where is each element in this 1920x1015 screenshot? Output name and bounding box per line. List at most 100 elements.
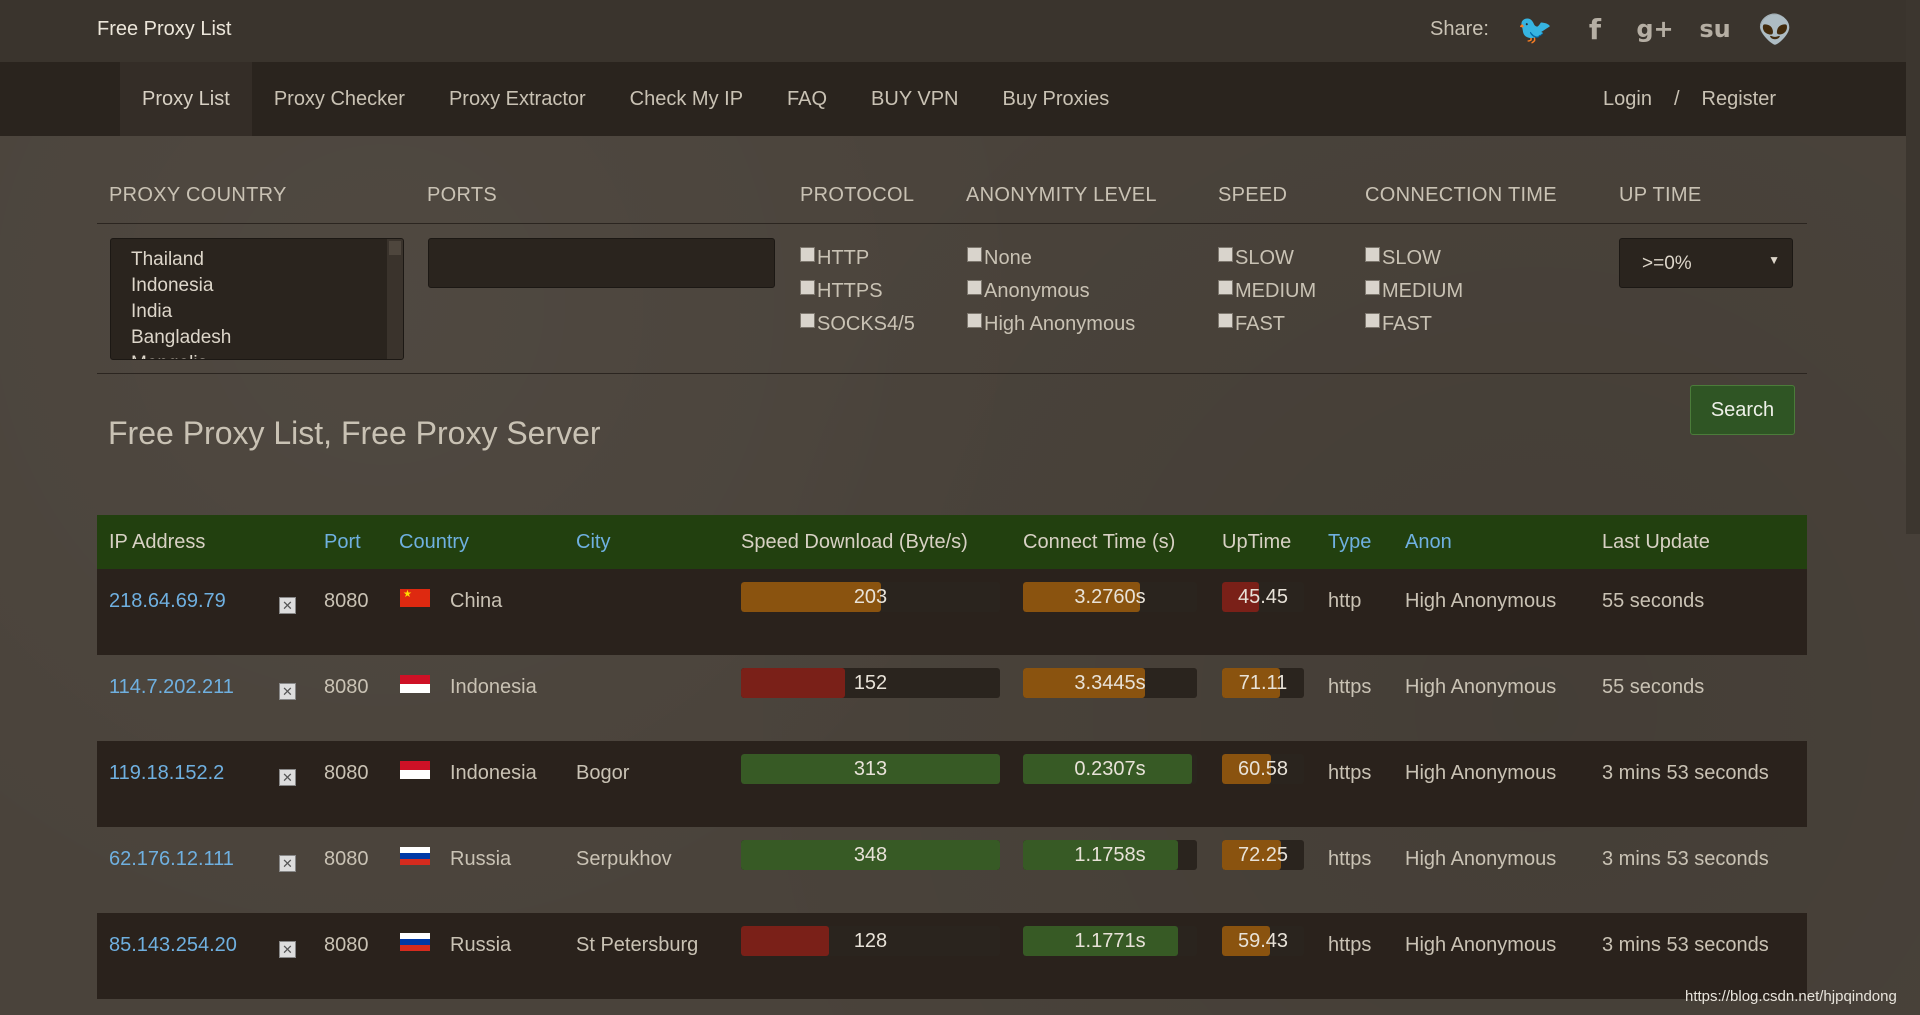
close-icon[interactable]: ✕ (279, 597, 296, 614)
ip-address[interactable]: 218.64.69.79 (109, 590, 226, 613)
city-value: Bogor (576, 762, 630, 784)
country-option[interactable]: Indonesia (131, 273, 383, 299)
connect-time-bar: 3.2760s (1023, 582, 1197, 612)
col-port[interactable]: Port (324, 531, 361, 554)
facebook-icon[interactable]: f (1578, 12, 1612, 46)
checkbox-label: None (984, 247, 1032, 269)
filter-body: Thailand Indonesia India Bangladesh Mong… (97, 224, 1807, 374)
uptime-bar: 60.58 (1222, 754, 1304, 784)
city-value: St Petersburg (576, 934, 699, 956)
ip-address[interactable]: 85.143.254.20 (109, 934, 237, 957)
checkbox[interactable] (800, 247, 815, 262)
page-scrollbar[interactable] (1903, 0, 1920, 1015)
ip-address[interactable]: 62.176.12.111 (109, 848, 234, 871)
protocol-checkboxes: HTTP HTTPS SOCKS4/5 (800, 242, 915, 341)
connect-time-bar: 0.2307s (1023, 754, 1197, 784)
table-row: 218.64.69.79 ✕ 8080 China 203 3.2760s 45… (97, 569, 1807, 655)
col-type[interactable]: Type (1328, 531, 1371, 554)
filter-panel: PROXY COUNTRY PORTS PROTOCOL ANONYMITY L… (97, 170, 1807, 374)
nav-proxy-list[interactable]: Proxy List (120, 62, 252, 136)
checkbox[interactable] (1218, 280, 1233, 295)
anon-none-option[interactable]: None (967, 242, 1135, 275)
conn-fast-option[interactable]: FAST (1365, 308, 1463, 341)
close-icon[interactable]: ✕ (279, 683, 296, 700)
flag-icon (400, 761, 430, 779)
checkbox[interactable] (1365, 247, 1380, 262)
anon-anonymous-option[interactable]: Anonymous (967, 275, 1135, 308)
connection-checkboxes: SLOW MEDIUM FAST (1365, 242, 1463, 341)
country-option[interactable]: Thailand (131, 247, 383, 273)
speed-fast-option[interactable]: FAST (1218, 308, 1316, 341)
col-country[interactable]: Country (399, 531, 469, 554)
speed-slow-option[interactable]: SLOW (1218, 242, 1316, 275)
register-link[interactable]: Register (1702, 62, 1776, 136)
flag-icon (400, 847, 430, 865)
checkbox[interactable] (800, 313, 815, 328)
anonymity-header: ANONYMITY LEVEL (966, 184, 1157, 206)
close-icon[interactable]: ✕ (279, 941, 296, 958)
connect-time-value: 3.2760s (1074, 586, 1146, 608)
ports-input[interactable] (428, 238, 775, 288)
checkbox[interactable] (1365, 280, 1380, 295)
checkbox[interactable] (1365, 313, 1380, 328)
connect-time-value: 3.3445s (1074, 672, 1146, 694)
checkbox[interactable] (800, 280, 815, 295)
col-city[interactable]: City (576, 531, 610, 554)
site-title[interactable]: Free Proxy List (97, 18, 231, 41)
scrollbar-thumb[interactable] (1906, 0, 1920, 534)
col-uptime: UpTime (1222, 531, 1292, 553)
uptime-value: 71.11 (1238, 672, 1288, 694)
close-icon[interactable]: ✕ (279, 855, 296, 872)
page-title: Free Proxy List, Free Proxy Server (108, 415, 601, 451)
country-option[interactable]: India (131, 299, 383, 325)
country-value: China (450, 590, 503, 612)
checkbox[interactable] (1218, 247, 1233, 262)
type-value: https (1328, 848, 1372, 870)
anonymity-checkboxes: None Anonymous High Anonymous (967, 242, 1135, 341)
nav-faq[interactable]: FAQ (765, 62, 849, 136)
country-option[interactable]: Bangladesh (131, 325, 383, 351)
conn-medium-option[interactable]: MEDIUM (1365, 275, 1463, 308)
nav-buy-vpn[interactable]: BUY VPN (849, 62, 980, 136)
country-scrollbar[interactable] (387, 239, 403, 359)
port-value: 8080 (324, 934, 369, 956)
connection-time-header: CONNECTION TIME (1365, 184, 1557, 206)
nav-proxy-checker[interactable]: Proxy Checker (252, 62, 427, 136)
checkbox-label: FAST (1382, 313, 1433, 335)
col-anon[interactable]: Anon (1405, 531, 1452, 554)
nav-proxy-extractor[interactable]: Proxy Extractor (427, 62, 608, 136)
checkbox[interactable] (967, 313, 982, 328)
speed-header: SPEED (1218, 184, 1288, 206)
country-select[interactable]: Thailand Indonesia India Bangladesh Mong… (110, 238, 404, 360)
uptime-select[interactable]: >=0% ▼ (1619, 238, 1793, 288)
last-update-value: 55 seconds (1602, 590, 1705, 612)
nav-check-my-ip[interactable]: Check My IP (608, 62, 765, 136)
uptime-value: 59.43 (1237, 930, 1289, 952)
protocol-http-option[interactable]: HTTP (800, 242, 915, 275)
col-last-update: Last Update (1602, 531, 1710, 553)
protocol-socks-option[interactable]: SOCKS4/5 (800, 308, 915, 341)
protocol-https-option[interactable]: HTTPS (800, 275, 915, 308)
checkbox[interactable] (967, 280, 982, 295)
twitter-icon[interactable]: 🐦 (1518, 12, 1553, 46)
close-icon[interactable]: ✕ (279, 769, 296, 786)
checkbox[interactable] (1218, 313, 1233, 328)
anon-high-option[interactable]: High Anonymous (967, 308, 1135, 341)
top-bar: Free Proxy List Share: 🐦 f g+ su 👽 (0, 0, 1920, 62)
checkbox[interactable] (967, 247, 982, 262)
ip-address[interactable]: 119.18.152.2 (109, 762, 224, 785)
uptime-selected-value: >=0% (1642, 253, 1692, 274)
reddit-icon[interactable]: 👽 (1758, 12, 1793, 46)
speed-medium-option[interactable]: MEDIUM (1218, 275, 1316, 308)
checkbox-label: SOCKS4/5 (817, 313, 915, 335)
nav-buy-proxies[interactable]: Buy Proxies (981, 62, 1132, 136)
search-button[interactable]: Search (1690, 385, 1795, 435)
checkbox-label: FAST (1235, 313, 1286, 335)
country-option[interactable]: Mongolia (131, 351, 383, 359)
google-plus-icon[interactable]: g+ (1636, 12, 1673, 46)
stumbleupon-icon[interactable]: su (1698, 12, 1732, 46)
login-link[interactable]: Login (1603, 62, 1652, 136)
table-body: 218.64.69.79 ✕ 8080 China 203 3.2760s 45… (97, 569, 1807, 999)
ip-address[interactable]: 114.7.202.211 (109, 676, 234, 699)
conn-slow-option[interactable]: SLOW (1365, 242, 1463, 275)
